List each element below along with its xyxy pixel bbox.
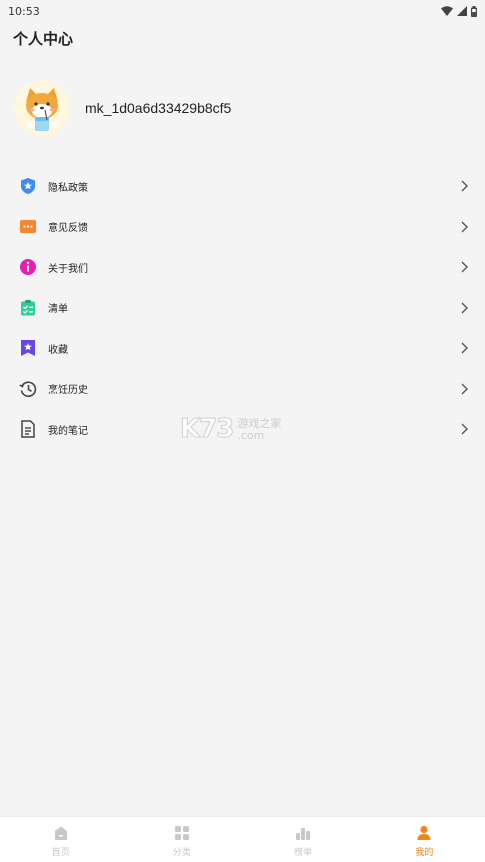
- chevron-right-icon: [461, 342, 468, 354]
- settings-menu: 隐私政策 意见反馈 关于我们 清单 收藏 烹饪历史 我的笔记: [0, 166, 485, 450]
- watermark-cn: 游戏之家: [237, 416, 282, 430]
- chevron-right-icon: [461, 383, 468, 395]
- menu-item-label: 关于我们: [48, 263, 88, 275]
- tab-mine[interactable]: 我的: [364, 817, 485, 862]
- chevron-right-icon: [461, 261, 468, 273]
- shiba-avatar-icon: [14, 80, 70, 136]
- chevron-right-icon: [461, 221, 468, 233]
- tab-ranking[interactable]: 榜单: [243, 817, 364, 862]
- tab-label: 我的: [415, 847, 434, 858]
- tab-label: 分类: [172, 847, 191, 858]
- menu-item-cooking-history[interactable]: 烹饪历史: [0, 369, 485, 410]
- menu-item-about-us[interactable]: 关于我们: [0, 247, 485, 288]
- info-icon: [19, 258, 37, 276]
- menu-item-label: 意见反馈: [48, 223, 88, 235]
- tab-category[interactable]: 分类: [121, 817, 242, 862]
- signal-icon: [457, 6, 467, 16]
- status-time: 10:53: [8, 4, 40, 18]
- chevron-right-icon: [461, 423, 468, 435]
- star-bookmark-icon: [19, 339, 37, 357]
- feedback-icon: [19, 218, 37, 236]
- grid-icon: [173, 824, 191, 842]
- note-icon: [19, 420, 37, 438]
- battery-icon: [471, 5, 477, 17]
- status-bar: 10:53: [0, 0, 485, 22]
- home-icon: [52, 824, 70, 842]
- watermark-url: .com: [237, 428, 265, 442]
- tab-home[interactable]: 首页: [0, 817, 121, 862]
- watermark-text: 游戏之家 .com: [237, 418, 281, 441]
- history-icon: [19, 380, 37, 398]
- menu-item-label: 收藏: [48, 344, 68, 356]
- menu-item-privacy-policy[interactable]: 隐私政策: [0, 166, 485, 207]
- watermark: K73 游戏之家 .com: [179, 414, 281, 445]
- tab-label: 首页: [51, 847, 70, 858]
- ranking-icon: [294, 824, 312, 842]
- menu-item-label: 清单: [48, 304, 68, 316]
- username: mk_1d0a6d33429b8cf5: [85, 100, 232, 116]
- menu-item-checklist[interactable]: 清单: [0, 288, 485, 329]
- tab-label: 榜单: [294, 847, 313, 858]
- menu-item-label: 隐私政策: [48, 182, 88, 194]
- chevron-right-icon: [461, 180, 468, 192]
- wifi-icon: [441, 6, 453, 16]
- menu-item-favorites[interactable]: 收藏: [0, 328, 485, 369]
- page-title: 个人中心: [13, 30, 74, 48]
- bottom-tab-bar: 首页 分类 榜单 我的: [0, 816, 485, 862]
- profile-section[interactable]: mk_1d0a6d33429b8cf5: [14, 80, 231, 136]
- chevron-right-icon: [461, 302, 468, 314]
- status-icons: [441, 5, 477, 17]
- user-icon: [415, 824, 433, 842]
- avatar[interactable]: [14, 80, 70, 136]
- shield-star-icon: [19, 177, 37, 195]
- menu-item-label: 烹饪历史: [48, 385, 88, 397]
- menu-item-feedback[interactable]: 意见反馈: [0, 207, 485, 248]
- watermark-logo: K73: [179, 414, 234, 445]
- checklist-icon: [19, 299, 37, 317]
